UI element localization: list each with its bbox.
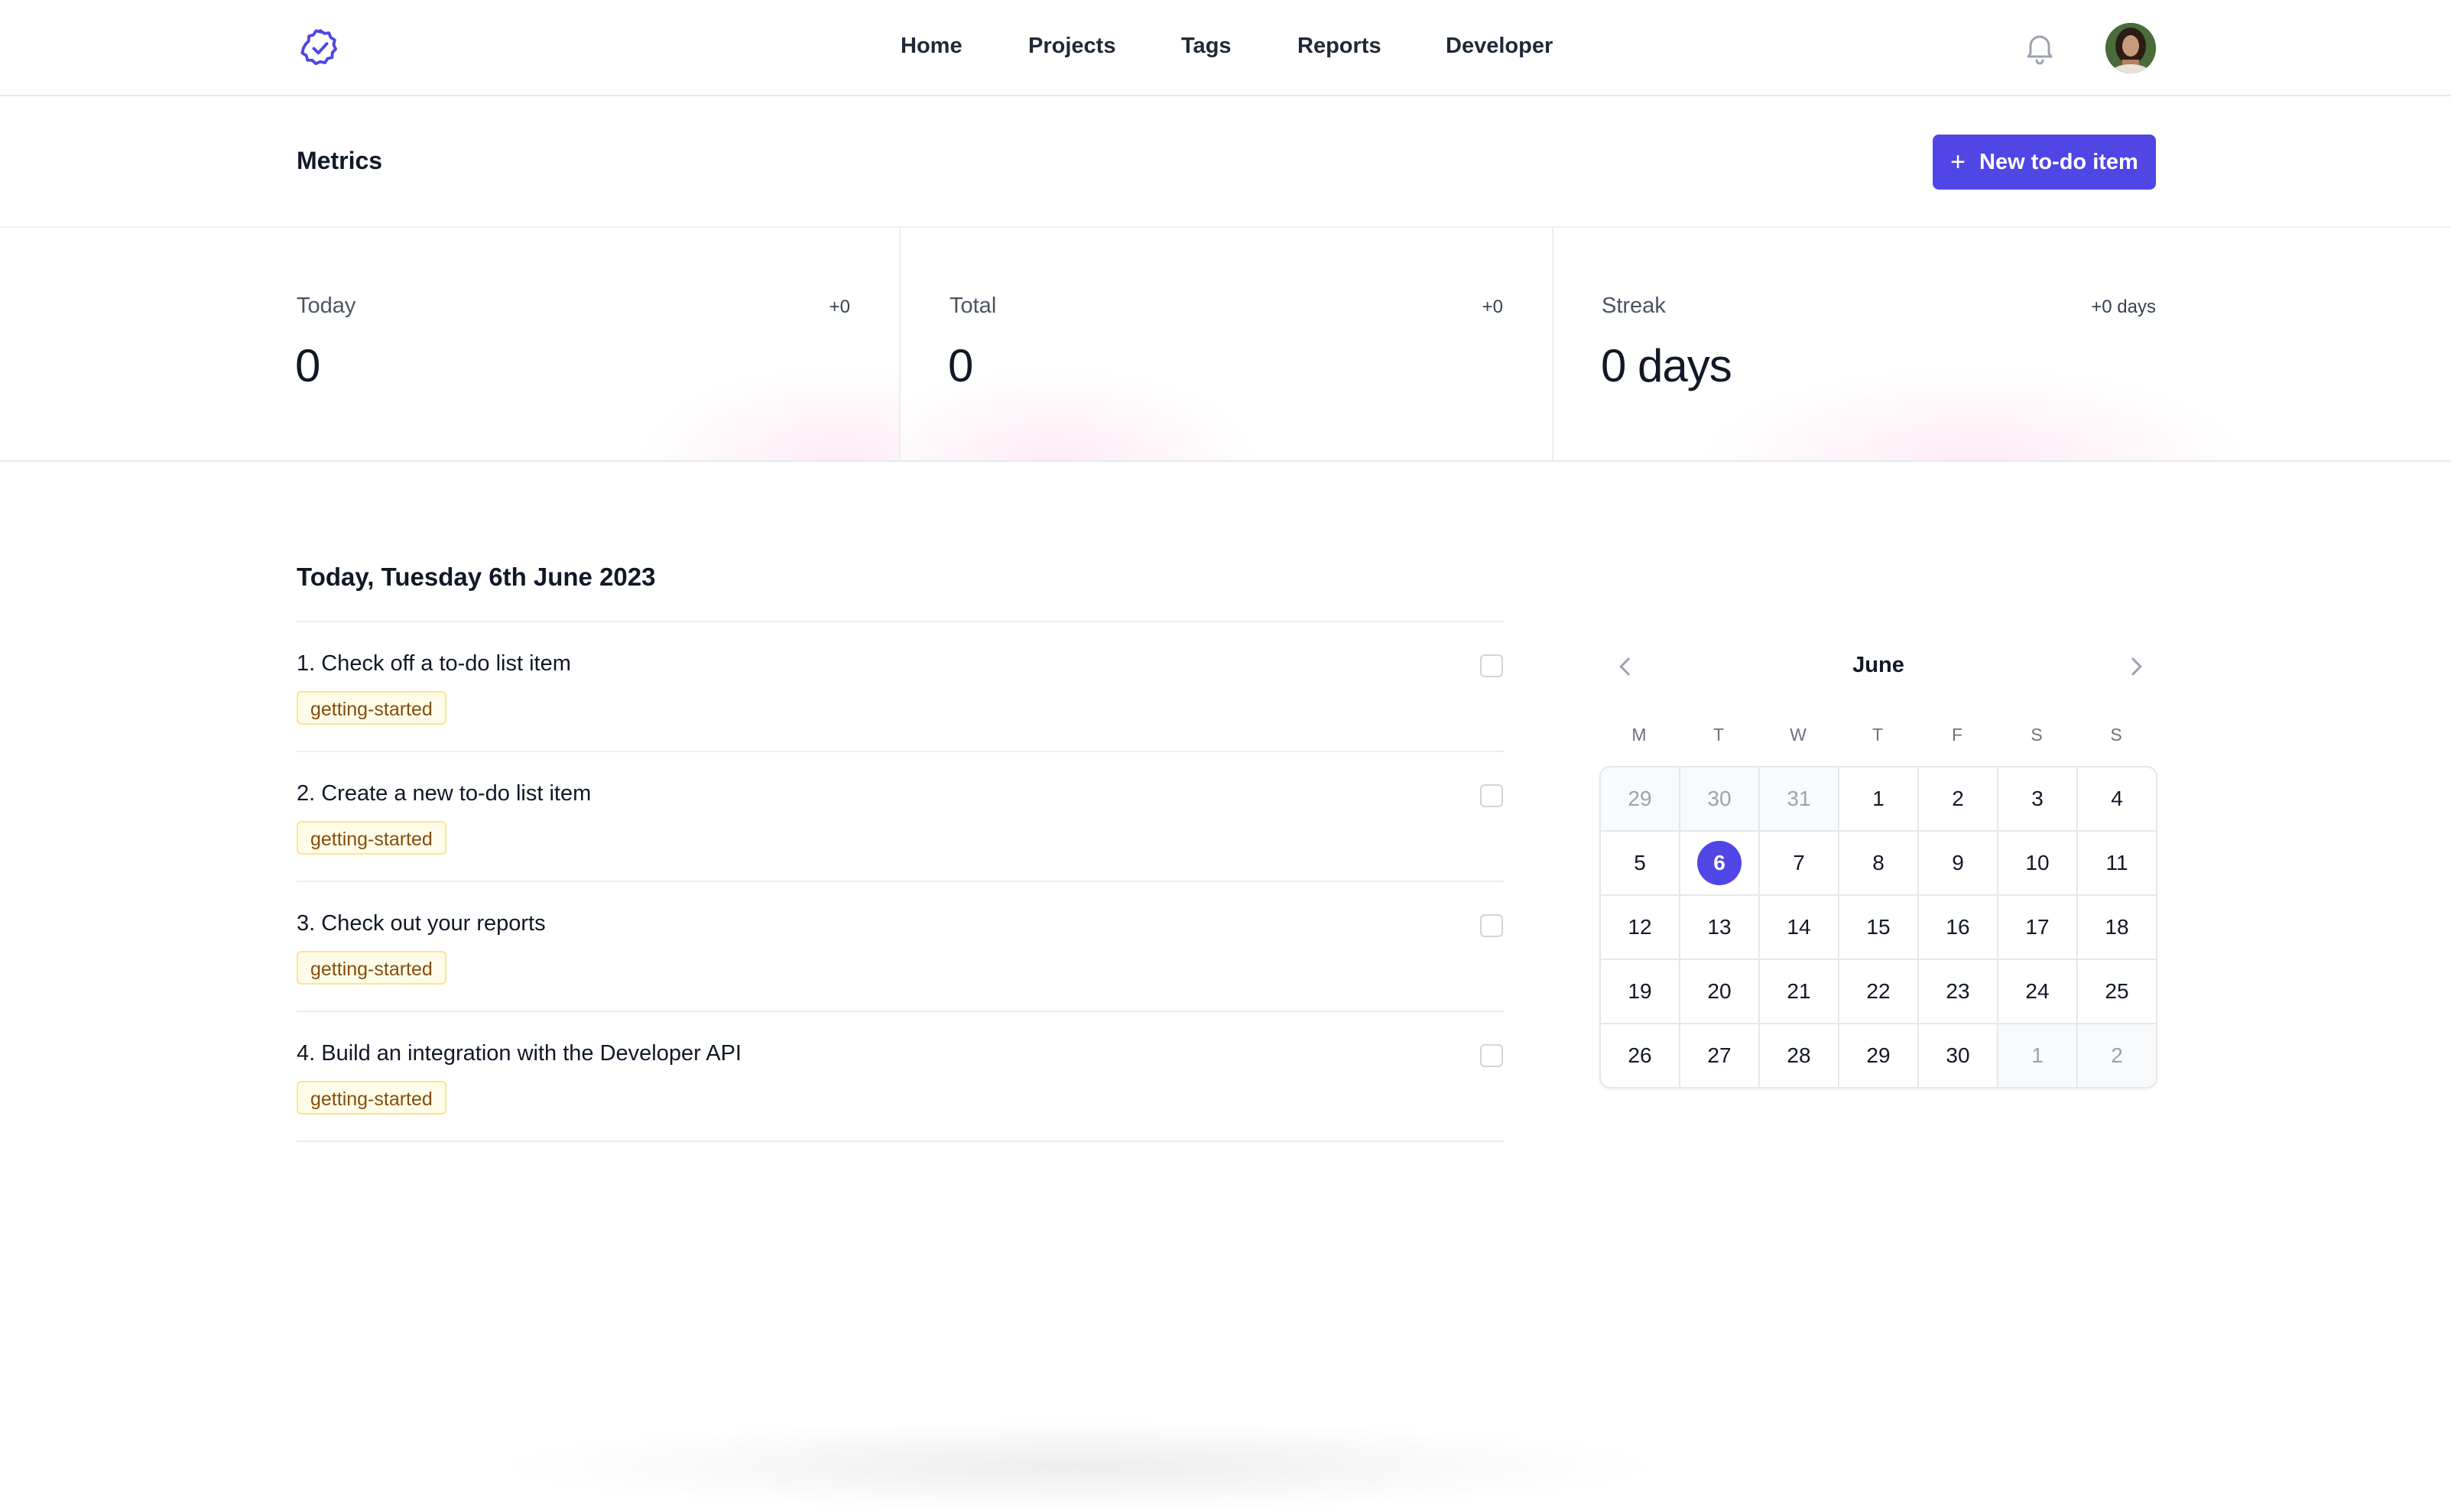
calendar-day[interactable]: 10 xyxy=(1998,832,2076,894)
stat-glow xyxy=(1706,368,2242,460)
stat-card-total: Total +0 0 xyxy=(901,228,1552,460)
today-heading: Today, Tuesday 6th June 2023 xyxy=(297,563,656,591)
calendar: June MTWTFSS 29 30 31 1 2 3 4 5 6 7 8 9 10 11 12 13 14 15… xyxy=(1599,642,2157,1089)
calendar-day[interactable]: 5 xyxy=(1601,832,1679,894)
tag-badge[interactable]: getting-started xyxy=(297,821,446,855)
metrics-header: Metrics + New to-do item xyxy=(0,96,2451,228)
nav-projects[interactable]: Projects xyxy=(1028,34,1115,59)
stat-value: 0 days xyxy=(1601,340,1732,391)
weekday-label: T xyxy=(1712,725,1725,745)
calendar-day[interactable]: 16 xyxy=(1919,896,1997,959)
calendar-weekdays: MTWTFSS xyxy=(1599,725,2156,745)
plus-icon: + xyxy=(1950,148,1966,177)
stat-label: Total xyxy=(950,294,997,318)
stats-row: Today +0 0 Total +0 0 Streak +0 days 0 d… xyxy=(0,228,2451,462)
calendar-day[interactable]: 3 xyxy=(1998,767,2076,830)
new-todo-button[interactable]: + New to-do item xyxy=(1933,135,2156,190)
calendar-day[interactable]: 2 xyxy=(1919,767,1997,830)
calendar-day[interactable]: 25 xyxy=(2078,960,2156,1023)
calendar-day[interactable]: 30 xyxy=(1680,767,1758,830)
calendar-day[interactable]: 29 xyxy=(1601,767,1679,830)
calendar-day[interactable]: 14 xyxy=(1760,896,1838,959)
tag-badge[interactable]: getting-started xyxy=(297,691,446,725)
calendar-day[interactable]: 9 xyxy=(1919,832,1997,894)
calendar-day[interactable]: 19 xyxy=(1601,960,1679,1023)
calendar-day[interactable]: 21 xyxy=(1760,960,1838,1023)
todo-list: 1. Check off a to-do list item getting-s… xyxy=(297,621,1505,1142)
calendar-day[interactable]: 31 xyxy=(1760,767,1838,830)
calendar-header: June xyxy=(1599,642,2157,688)
calendar-day[interactable]: 30 xyxy=(1919,1024,1997,1087)
calendar-day[interactable]: 1 xyxy=(1839,767,1917,830)
calendar-day[interactable]: 20 xyxy=(1680,960,1758,1023)
list-item: 2. Create a new to-do list item getting-… xyxy=(297,751,1505,881)
calendar-day[interactable]: 13 xyxy=(1680,896,1758,959)
calendar-day[interactable]: 12 xyxy=(1601,896,1679,959)
todo-title: 3. Check out your reports xyxy=(297,911,546,936)
stat-label: Today xyxy=(297,294,356,318)
new-todo-button-label: New to-do item xyxy=(1979,149,2138,174)
stat-value: 0 xyxy=(295,340,320,391)
calendar-day[interactable]: 11 xyxy=(2078,832,2156,894)
list-item: 3. Check out your reports getting-starte… xyxy=(297,881,1505,1011)
stat-delta: +0 xyxy=(829,297,850,317)
calendar-day[interactable]: 27 xyxy=(1680,1024,1758,1087)
todo-checkbox[interactable] xyxy=(1480,654,1503,677)
calendar-day[interactable]: 26 xyxy=(1601,1024,1679,1087)
calendar-day[interactable]: 24 xyxy=(1998,960,2076,1023)
todo-title: 4. Build an integration with the Develop… xyxy=(297,1041,742,1066)
calendar-day[interactable]: 8 xyxy=(1839,832,1917,894)
bell-icon[interactable] xyxy=(2021,28,2058,67)
nav-home[interactable]: Home xyxy=(901,34,963,59)
calendar-day[interactable]: 22 xyxy=(1839,960,1917,1023)
stat-glow xyxy=(642,368,899,460)
todo-title: 2. Create a new to-do list item xyxy=(297,781,592,806)
stat-label: Streak xyxy=(1602,294,1666,318)
page-title: Metrics xyxy=(297,147,383,174)
calendar-day[interactable]: 6 xyxy=(1680,832,1758,894)
stat-delta: +0 days xyxy=(2091,297,2156,317)
calendar-month: June xyxy=(1852,653,1904,677)
tag-badge[interactable]: getting-started xyxy=(297,951,446,985)
nav-tags[interactable]: Tags xyxy=(1181,34,1232,59)
avatar-image xyxy=(2105,23,2156,73)
calendar-day[interactable]: 28 xyxy=(1760,1024,1838,1087)
calendar-day[interactable]: 2 xyxy=(2078,1024,2156,1087)
tag-badge[interactable]: getting-started xyxy=(297,1081,446,1115)
list-item: 1. Check off a to-do list item getting-s… xyxy=(297,621,1505,751)
stat-card-today: Today +0 0 xyxy=(0,228,899,460)
stat-value: 0 xyxy=(948,340,973,391)
weekday-label: S xyxy=(2031,725,2043,745)
calendar-grid: 29 30 31 1 2 3 4 5 6 7 8 9 10 11 12 13 14 15 16 17 18 19 20 21 2… xyxy=(1599,766,2157,1089)
calendar-day[interactable]: 17 xyxy=(1998,896,2076,959)
list-item: 4. Build an integration with the Develop… xyxy=(297,1011,1505,1142)
weekday-label: M xyxy=(1631,725,1647,745)
avatar[interactable] xyxy=(2105,23,2156,73)
calendar-day[interactable]: 29 xyxy=(1839,1024,1917,1087)
calendar-day[interactable]: 1 xyxy=(1998,1024,2076,1087)
weekday-label: F xyxy=(1951,725,1963,745)
weekday-label: T xyxy=(1872,725,1884,745)
calendar-day[interactable]: 7 xyxy=(1760,832,1838,894)
calendar-day[interactable]: 23 xyxy=(1919,960,1997,1023)
calendar-day[interactable]: 4 xyxy=(2078,767,2156,830)
todo-checkbox[interactable] xyxy=(1480,914,1503,937)
bottom-shadow xyxy=(505,1420,1651,1512)
nav-reports[interactable]: Reports xyxy=(1297,34,1381,59)
weekday-label: W xyxy=(1790,725,1807,745)
chevron-right-icon[interactable] xyxy=(2121,651,2151,682)
todo-title: 1. Check off a to-do list item xyxy=(297,651,571,676)
todo-checkbox[interactable] xyxy=(1480,1044,1503,1067)
weekday-label: S xyxy=(2110,725,2122,745)
main-nav: Home Projects Tags Reports Developer xyxy=(0,0,2451,95)
nav-developer[interactable]: Developer xyxy=(1446,34,1553,59)
top-navigation: Home Projects Tags Reports Developer xyxy=(0,0,2451,96)
stat-delta: +0 xyxy=(1482,297,1503,317)
selected-day: 6 xyxy=(1697,841,1742,885)
calendar-day[interactable]: 15 xyxy=(1839,896,1917,959)
todo-checkbox[interactable] xyxy=(1480,784,1503,807)
stat-card-streak: Streak +0 days 0 days xyxy=(1553,228,2451,460)
calendar-day[interactable]: 18 xyxy=(2078,896,2156,959)
